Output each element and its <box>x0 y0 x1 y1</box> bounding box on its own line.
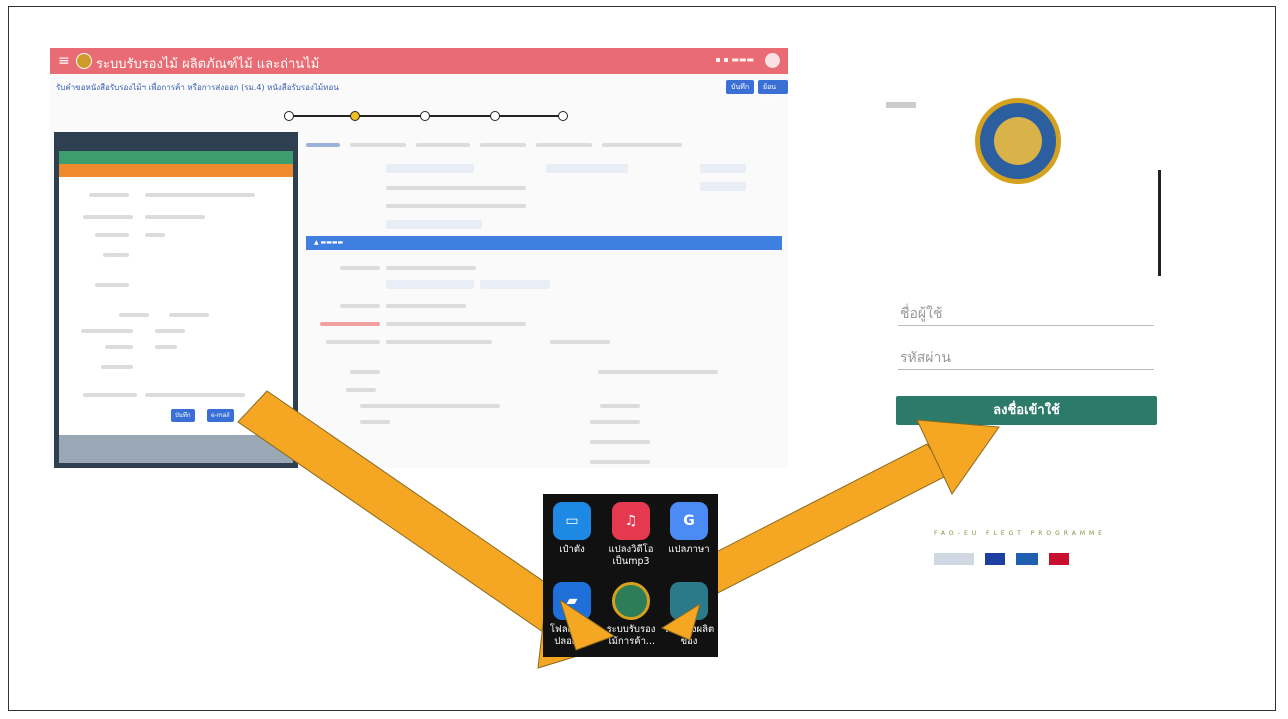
step-dot <box>558 111 568 121</box>
panel-section-green[interactable] <box>59 151 293 164</box>
app-title: ระบบรับรองไม้ ผลิตภัณฑ์ไม้ และถ่านไม้ <box>96 57 320 72</box>
form-tabs[interactable] <box>306 140 782 150</box>
form-field[interactable] <box>480 280 550 289</box>
translate-icon: G <box>670 502 708 540</box>
step-dot <box>490 111 500 121</box>
folder-icon: ▰ <box>553 582 591 620</box>
web-app-screenshot: ≡ ระบบรับรองไม้ ผลิตภัณฑ์ไม้ และถ่านไม้ … <box>50 48 788 468</box>
app-header: ≡ ระบบรับรองไม้ ผลิตภัณฑ์ไม้ และถ่านไม้ … <box>50 48 788 74</box>
music-icon: ♫ <box>612 502 650 540</box>
form-field[interactable] <box>386 220 482 229</box>
form-field[interactable] <box>546 164 628 173</box>
back-button[interactable]: ย้อนกลับ <box>758 80 788 105</box>
app-item[interactable]: ♫ แปลงวิดีโอ เป็นmp3 <box>604 502 658 568</box>
logo-icon <box>76 53 92 69</box>
breadcrumb: รับคำขอหนังสือรับรองไม้ฯ เพื่อการค้า หรื… <box>56 83 339 92</box>
panel-email-button[interactable]: e-mail <box>207 409 234 422</box>
divider <box>1158 170 1161 276</box>
menu-icon[interactable]: ≡ <box>58 53 70 69</box>
app-item[interactable]: ▭ เป๋าตัง <box>545 502 599 556</box>
emblem-icon <box>612 582 650 620</box>
step-dot <box>420 111 430 121</box>
panel-save-button[interactable]: บันทึก <box>171 409 195 422</box>
panel-section-orange[interactable] <box>59 164 293 177</box>
ukaid-logo-icon <box>1049 552 1070 565</box>
wallet-icon: ▭ <box>553 502 591 540</box>
fao-logo-icon <box>934 552 974 565</box>
app-icon <box>670 582 708 620</box>
login-button[interactable]: ลงชื่อเข้าใช้ <box>896 396 1157 425</box>
app-item[interactable]: G แปลภาษา <box>662 502 716 556</box>
save-button[interactable]: บันทึก <box>726 80 755 94</box>
form-field[interactable] <box>386 280 474 289</box>
step-dot <box>284 111 294 121</box>
user-menu[interactable]: ▪ ▪ ▬▬▬ <box>715 55 754 64</box>
side-panel: บันทึก e-mail <box>54 132 298 468</box>
progress-stepper <box>280 100 580 121</box>
panel-footer <box>59 435 293 463</box>
sweden-flag-icon <box>1016 552 1039 565</box>
app-item[interactable]: ระบบรับรอง ไม้การค้า... <box>604 582 658 648</box>
panel-header <box>59 137 293 151</box>
form-field[interactable] <box>386 164 474 173</box>
emblem-icon <box>975 98 1061 184</box>
partner-logos <box>934 548 1075 565</box>
step-dot <box>350 111 360 121</box>
app-item[interactable]: ระบบส่งผลิต ของ <box>662 582 716 648</box>
partners-heading: FAO-EU FLEGT PROGRAMME <box>934 530 1106 537</box>
section-bar: ▲ ▬▬▬▬ <box>306 236 782 250</box>
password-field[interactable]: รหัสผ่าน <box>898 346 1154 370</box>
eu-flag-icon <box>985 552 1006 565</box>
app-item[interactable]: ▰ โฟลเดอร์ที่ ปลอดภัย <box>545 582 599 648</box>
form-field[interactable] <box>700 182 746 191</box>
form-field[interactable] <box>700 164 746 173</box>
login-screenshot: ชื่อผู้ใช้ รหัสผ่าน ลงชื่อเข้าใช้ FAO-EU… <box>860 40 1190 600</box>
avatar[interactable] <box>765 53 780 68</box>
username-field[interactable]: ชื่อผู้ใช้ <box>898 302 1154 326</box>
phone-app-grid: ▭ เป๋าตัง ♫ แปลงวิดีโอ เป็นmp3 G แปลภาษา… <box>543 494 718 657</box>
